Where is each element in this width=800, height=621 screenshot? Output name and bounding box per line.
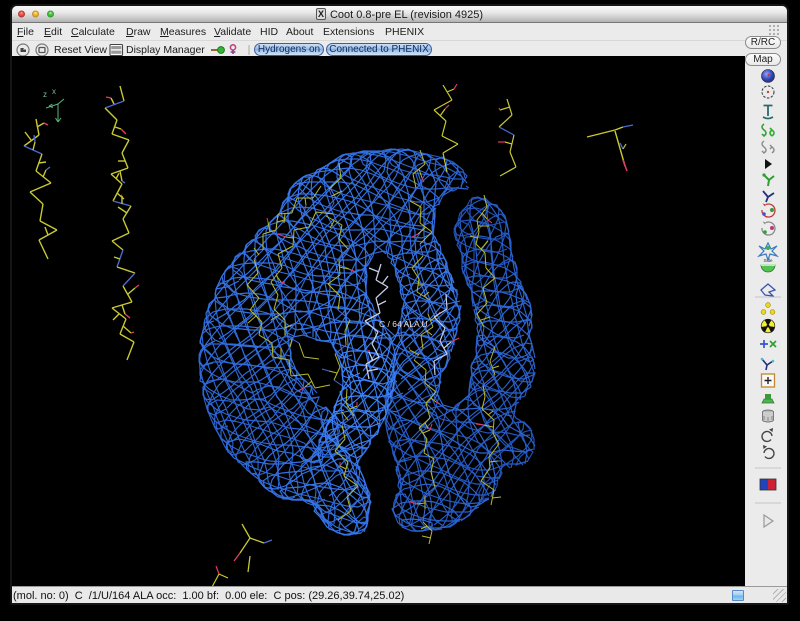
svg-text:C / 64 ALA U: C / 64 ALA U	[379, 319, 428, 329]
svg-text:z: z	[43, 90, 47, 99]
svg-text:Side: Side	[763, 258, 773, 263]
svg-text:x: x	[52, 87, 56, 96]
